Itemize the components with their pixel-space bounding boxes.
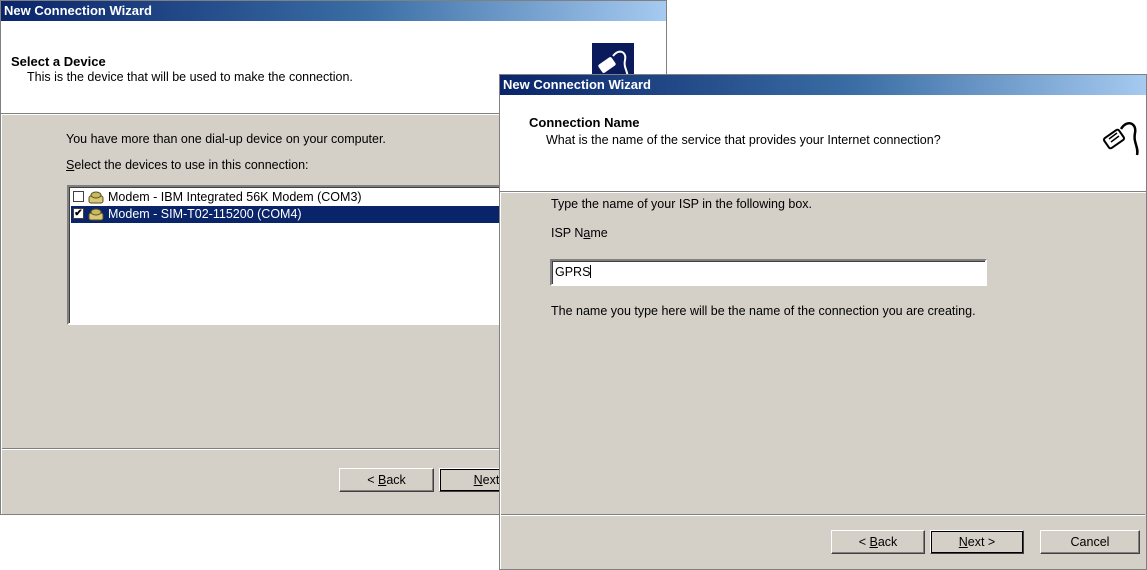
isp-instruction-text: Type the name of your ISP in the followi… [551, 197, 813, 211]
back-select-label: Select the devices to use in this connec… [66, 158, 309, 172]
isp-name-input[interactable]: GPRS [550, 259, 987, 286]
back-header-title: Select a Device [11, 54, 106, 69]
back-select-label-rest: elect the devices to use in this connect… [74, 158, 309, 172]
front-dialog-next-button[interactable]: Next > [930, 530, 1024, 554]
back-wizard-title: New Connection Wizard [4, 3, 152, 18]
front-wizard-title: New Connection Wizard [503, 77, 651, 92]
front-header-subtitle: What is the name of the service that pro… [546, 133, 941, 147]
device-checkbox-com4[interactable]: ✔ [73, 208, 84, 219]
back-intro-text: You have more than one dial-up device on… [66, 132, 386, 146]
front-wizard-logo-icon [1100, 116, 1142, 158]
front-wizard-window: New Connection Wizard Connection Name Wh… [499, 74, 1147, 570]
front-dialog-back-button[interactable]: < Back [831, 530, 925, 554]
front-wizard-header: Connection Name What is the name of the … [500, 95, 1146, 192]
isp-hint-text: The name you type here will be the name … [551, 304, 976, 318]
back-dialog-back-button[interactable]: < Back [339, 468, 434, 492]
device-label-com4: Modem - SIM-T02-115200 (COM4) [108, 207, 302, 221]
device-label-com3: Modem - IBM Integrated 56K Modem (COM3) [108, 190, 362, 204]
isp-name-label: ISP Name [551, 226, 608, 240]
back-wizard-titlebar[interactable]: New Connection Wizard [1, 1, 666, 21]
front-header-title: Connection Name [529, 115, 640, 130]
front-button-separator [501, 514, 1145, 516]
front-dialog-cancel-button[interactable]: Cancel [1040, 530, 1140, 554]
back-header-subtitle: This is the device that will be used to … [27, 70, 353, 84]
modem-icon [88, 191, 104, 204]
front-wizard-titlebar[interactable]: New Connection Wizard [500, 75, 1146, 95]
device-checkbox-com3[interactable] [73, 191, 84, 202]
text-caret [590, 265, 592, 278]
modem-icon [88, 208, 104, 221]
isp-name-value: GPRS [555, 265, 591, 279]
